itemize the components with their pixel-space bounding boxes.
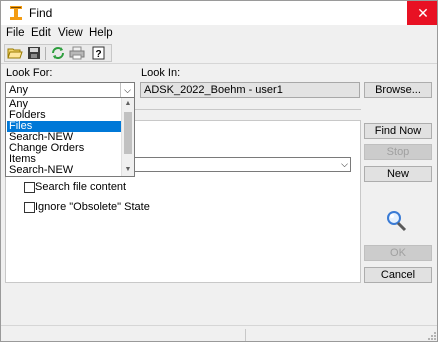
chevron-down-icon[interactable]: ⌵ <box>120 83 134 97</box>
find-dialog: Find ✕ File Edit View Help ? Look For: L… <box>0 0 438 342</box>
menu-view[interactable]: View <box>58 27 83 39</box>
toolbar-separator <box>45 47 46 60</box>
menu-help[interactable]: Help <box>89 27 113 39</box>
cancel-button[interactable]: Cancel <box>364 267 432 283</box>
look-for-value: Any <box>9 84 28 96</box>
print-icon[interactable] <box>69 46 85 60</box>
resize-grip-icon[interactable] <box>427 331 437 341</box>
menu-edit[interactable]: Edit <box>31 27 51 39</box>
menu-bar: File Edit View Help <box>1 27 437 43</box>
refresh-icon[interactable] <box>50 46 66 60</box>
vault-app-icon <box>10 6 22 20</box>
new-button[interactable]: New <box>364 166 432 182</box>
ignore-obsolete-checkbox[interactable] <box>24 202 35 213</box>
toolbar: ? <box>4 44 112 62</box>
look-in-label: Look In: <box>141 67 181 79</box>
look-for-label: Look For: <box>6 67 53 79</box>
browse-button[interactable]: Browse... <box>364 82 432 98</box>
scrollbar-thumb[interactable] <box>124 112 132 154</box>
help-icon[interactable]: ? <box>91 46 107 60</box>
search-icon <box>387 211 407 232</box>
look-for-combo[interactable]: Any ⌵ <box>5 82 135 98</box>
status-divider <box>245 329 246 341</box>
search-file-content-label: Search file content <box>35 181 127 193</box>
look-for-dropdown-list: Any Folders Files Search-NEW Change Orde… <box>5 97 135 177</box>
look-in-value: ADSK_2022_Boehm - user1 <box>144 84 283 96</box>
ok-button[interactable]: OK <box>364 245 432 261</box>
scroll-down-icon[interactable]: ▼ <box>122 164 134 176</box>
status-bar <box>1 325 437 341</box>
svg-text:?: ? <box>95 49 101 60</box>
look-in-field[interactable]: ADSK_2022_Boehm - user1 <box>140 82 360 98</box>
chevron-down-icon: ⌵ <box>341 159 348 169</box>
close-icon: ✕ <box>417 5 429 21</box>
tab-strip-edge <box>123 109 361 110</box>
close-button[interactable]: ✕ <box>407 1 437 25</box>
open-folder-icon[interactable] <box>7 46 23 60</box>
property-select[interactable]: ⌵ <box>119 157 351 172</box>
ignore-obsolete-label: Ignore "Obsolete" State <box>35 201 150 213</box>
dropdown-option-search-new-2[interactable]: Search-NEW <box>7 165 122 176</box>
toolbar-divider <box>1 63 437 64</box>
stop-button[interactable]: Stop <box>364 144 432 160</box>
window-title: Find <box>29 6 53 20</box>
title-bar: Find ✕ <box>1 1 437 25</box>
dropdown-scrollbar[interactable]: ▲ ▼ <box>121 98 134 176</box>
scroll-up-icon[interactable]: ▲ <box>122 98 134 110</box>
menu-file[interactable]: File <box>6 27 25 39</box>
search-file-content-checkbox[interactable] <box>24 182 35 193</box>
save-icon[interactable] <box>26 46 42 60</box>
find-now-button[interactable]: Find Now <box>364 123 432 139</box>
